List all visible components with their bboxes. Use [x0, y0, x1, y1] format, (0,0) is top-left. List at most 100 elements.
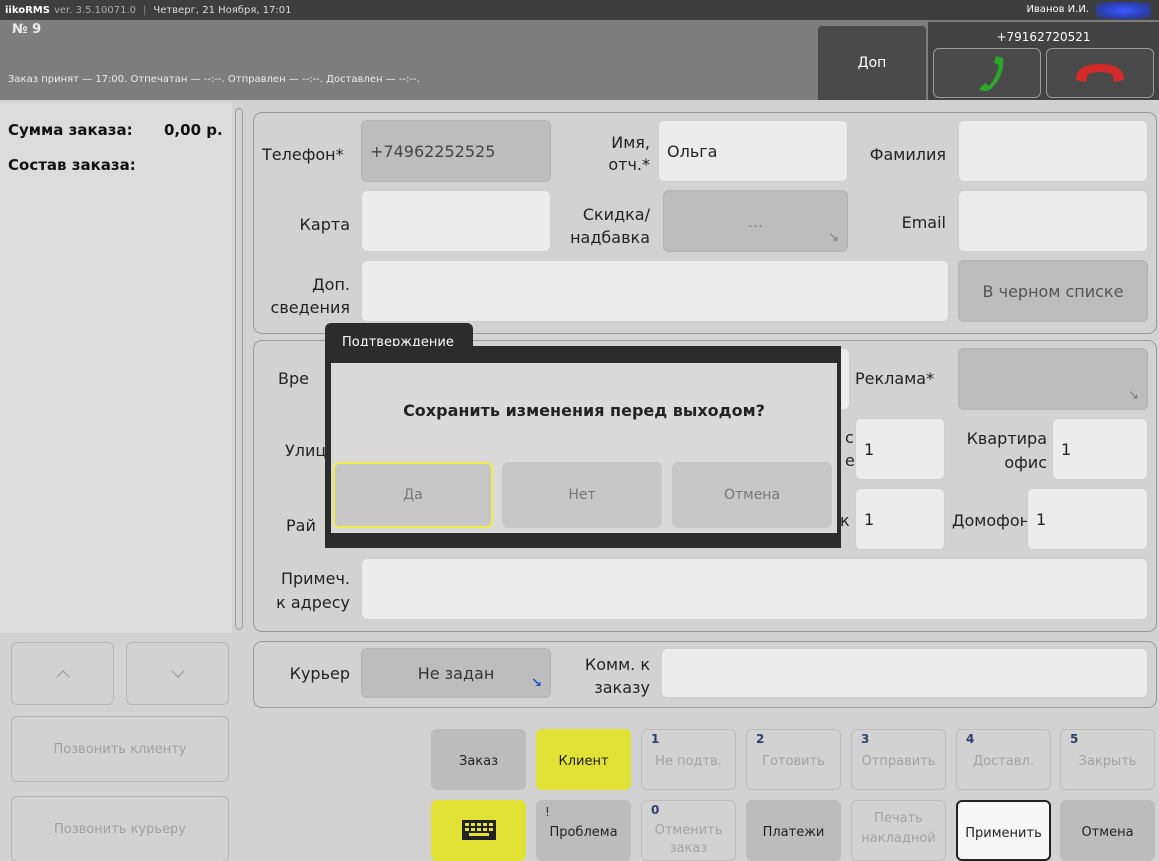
corner-arrow-icon: ↘: [1128, 388, 1139, 403]
cancel-button[interactable]: Отмена: [1060, 800, 1155, 861]
extra-info-label-line2: сведения: [270, 298, 350, 317]
house-field[interactable]: 1: [855, 418, 945, 480]
corner-arrow-icon: ↘: [531, 676, 542, 691]
print-label-line2: накладной: [861, 831, 936, 846]
call-client-button[interactable]: Позвонить клиенту: [11, 716, 229, 782]
phone-label: Телефон*: [262, 145, 344, 164]
yes-button[interactable]: Да: [333, 462, 493, 528]
order-comment-label-line2: заказу: [594, 678, 650, 697]
floor-label: к: [840, 511, 850, 530]
step-send-button[interactable]: 3 Отправить: [851, 729, 946, 790]
payments-button[interactable]: Платежи: [746, 800, 841, 861]
district-label: Рай: [286, 516, 316, 535]
top-status-bar: iikoRMS ver. 3.5.10071.0 | Четверг, 21 Н…: [0, 0, 1159, 20]
discount-value: ...: [747, 211, 764, 231]
order-total-label: Сумма заказа:: [8, 121, 133, 139]
order-status-line: Заказ принят — 17:00. Отпечатан — --:--.…: [8, 74, 420, 85]
intercom-label: Домофон: [952, 511, 1031, 530]
incoming-phone-number: +79162720521: [996, 30, 1091, 44]
print-invoice-button[interactable]: Печать накладной: [851, 800, 946, 861]
order-number: № 9: [12, 22, 42, 37]
call-courier-button[interactable]: Позвонить курьеру: [11, 796, 229, 861]
email-label: Email: [901, 213, 946, 232]
blacklist-button[interactable]: В черном списке: [958, 260, 1148, 322]
cancel-order-number: 0: [651, 803, 660, 817]
step-label: Доставл.: [973, 754, 1034, 769]
step-label: Готовить: [762, 754, 825, 769]
email-field[interactable]: [958, 190, 1148, 252]
ad-label: Реклама*: [855, 369, 935, 388]
step-label: Закрыть: [1078, 754, 1137, 769]
chevron-up-icon: [56, 669, 69, 677]
courier-value: Не задан: [417, 663, 495, 683]
surname-field[interactable]: [958, 120, 1148, 182]
step-close-button[interactable]: 5 Закрыть: [1060, 729, 1155, 790]
step-label: Не подтв.: [655, 754, 722, 769]
print-label-line1: Печать: [874, 811, 923, 826]
scroll-down-button[interactable]: [126, 642, 229, 705]
apply-label: Применить: [965, 826, 1042, 841]
cancel-label: Отмена: [1081, 825, 1134, 840]
apply-button[interactable]: Применить: [956, 800, 1051, 861]
problem-button[interactable]: ! Проблема: [536, 800, 631, 861]
phone-hangup-icon: [1076, 64, 1124, 82]
courier-select[interactable]: Не задан ↘: [361, 648, 551, 698]
dialog-cancel-button[interactable]: Отмена: [672, 462, 832, 528]
order-comment-field[interactable]: [661, 648, 1148, 698]
tab-order-label: Заказ: [458, 754, 499, 769]
keyboard-button[interactable]: [431, 800, 526, 861]
tab-order[interactable]: Заказ: [431, 729, 526, 790]
keyboard-icon: [462, 820, 496, 840]
step-unconfirmed-button[interactable]: 1 Не подтв.: [641, 729, 736, 790]
discount-field[interactable]: ... ↘: [663, 190, 848, 252]
app-name: iikoRMS: [5, 4, 50, 16]
apartment-label-line2: офис: [1004, 453, 1047, 472]
avatar: [1096, 2, 1151, 19]
ad-field[interactable]: ↘: [958, 348, 1148, 410]
answer-call-button[interactable]: [933, 48, 1041, 98]
courier-label: Курьер: [289, 664, 350, 683]
hangup-call-button[interactable]: [1046, 48, 1154, 98]
street-label: Улиц: [285, 441, 327, 460]
dialog-message: Сохранить изменения перед выходом?: [403, 401, 765, 420]
phone-field[interactable]: +74962252525: [361, 120, 551, 182]
card-field[interactable]: [361, 190, 551, 252]
dialog-body: Сохранить изменения перед выходом? Да Не…: [331, 363, 837, 533]
step-number: 2: [756, 732, 765, 746]
step-delivered-button[interactable]: 4 Доставл.: [956, 729, 1051, 790]
current-datetime: Четверг, 21 Ноября, 17:01: [153, 4, 292, 16]
phone-answer-icon: [979, 56, 1004, 91]
tab-client[interactable]: Клиент: [536, 729, 631, 790]
warning-icon: !: [545, 805, 550, 819]
card-label: Карта: [299, 215, 350, 234]
step-label: Отправить: [861, 754, 936, 769]
delivery-time-label: Вре: [278, 369, 309, 388]
no-button[interactable]: Нет: [502, 462, 662, 528]
payments-label: Платежи: [762, 825, 825, 840]
intercom-field[interactable]: 1: [1027, 488, 1148, 550]
corner-arrow-icon: ↘: [828, 230, 839, 245]
separator: |: [143, 4, 147, 16]
name-label-line1: Имя,: [611, 133, 650, 152]
order-composition-label: Состав заказа:: [8, 156, 136, 174]
scroll-up-button[interactable]: [11, 642, 114, 705]
address-note-label-line2: к адресу: [276, 593, 350, 612]
cancel-order-button[interactable]: 0 Отменить заказ: [641, 800, 736, 861]
floor-field[interactable]: 1: [855, 488, 945, 550]
extra-button[interactable]: Доп: [818, 26, 926, 100]
cancel-order-label-line2: заказ: [669, 841, 708, 856]
order-summary-panel: Сумма заказа: 0,00 р. Состав заказа:: [0, 103, 232, 633]
discount-label-line1: Скидка/: [582, 205, 650, 224]
apartment-field[interactable]: 1: [1052, 418, 1148, 480]
extra-info-field[interactable]: [361, 260, 949, 322]
name-field[interactable]: Ольга: [658, 120, 848, 182]
house-label-line2: е: [845, 451, 855, 470]
surname-label: Фамилия: [869, 145, 946, 164]
tab-client-label: Клиент: [558, 754, 609, 769]
step-cook-button[interactable]: 2 Готовить: [746, 729, 841, 790]
current-user: Иванов И.И.: [1026, 4, 1089, 15]
address-note-field[interactable]: [361, 558, 1148, 620]
summary-scrollbar[interactable]: [235, 108, 243, 630]
order-total-value: 0,00 р.: [164, 121, 223, 139]
step-number: 1: [651, 732, 660, 746]
